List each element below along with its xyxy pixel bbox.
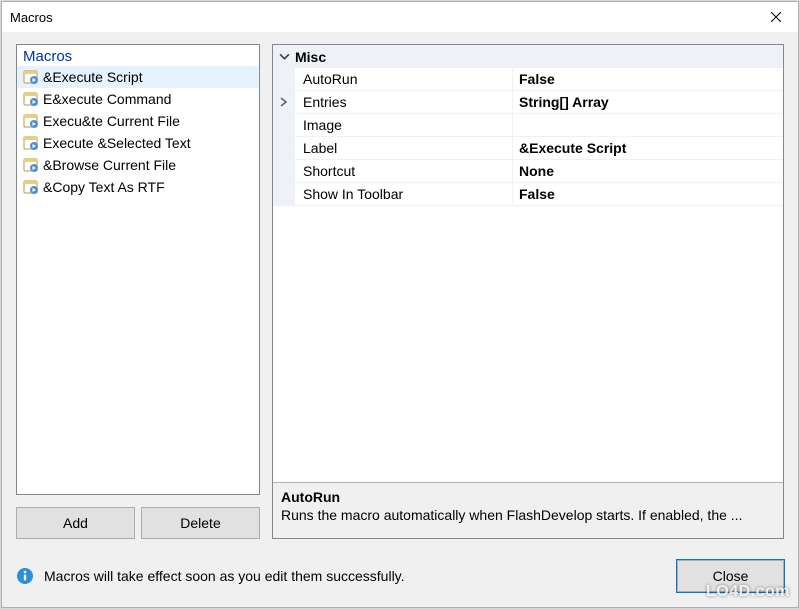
help-text: Runs the macro automatically when FlashD…	[281, 507, 775, 523]
row-gutter	[273, 68, 295, 90]
list-header: Macros	[17, 45, 259, 66]
list-item[interactable]: &Execute Script	[17, 66, 259, 88]
list-item[interactable]: Execute &Selected Text	[17, 132, 259, 154]
help-title: AutoRun	[281, 489, 775, 505]
property-name: Label	[295, 137, 513, 159]
list-item-label: Execu&te Current File	[43, 113, 180, 129]
titlebar: Macros	[2, 2, 798, 32]
close-button[interactable]: Close	[677, 560, 784, 592]
list-item[interactable]: &Browse Current File	[17, 154, 259, 176]
list-item-label: &Execute Script	[43, 69, 143, 85]
property-row[interactable]: ShortcutNone	[273, 160, 783, 183]
property-value[interactable]: None	[513, 160, 783, 182]
property-row[interactable]: Image	[273, 114, 783, 137]
info-icon	[16, 567, 34, 585]
footer-info: Macros will take effect soon as you edit…	[16, 567, 677, 585]
property-grid[interactable]: Misc AutoRunFalseEntriesString[] ArrayIm…	[272, 44, 784, 539]
macro-icon	[23, 69, 39, 85]
property-row[interactable]: EntriesString[] Array	[273, 91, 783, 114]
property-value[interactable]: &Execute Script	[513, 137, 783, 159]
macro-icon	[23, 135, 39, 151]
property-row[interactable]: Show In ToolbarFalse	[273, 183, 783, 206]
property-name: Show In Toolbar	[295, 183, 513, 205]
list-buttons: Add Delete	[16, 507, 260, 539]
dialog-content: Macros &Execute Script E&xecute Command Ex…	[2, 32, 798, 607]
macro-icon	[23, 179, 39, 195]
dialog-window: Macros Macros &Execute Script E&xecute Co…	[1, 1, 799, 608]
left-column: Macros &Execute Script E&xecute Command Ex…	[16, 44, 260, 539]
macro-icon	[23, 113, 39, 129]
property-name: AutoRun	[295, 68, 513, 90]
property-value[interactable]: False	[513, 68, 783, 90]
property-value[interactable]: String[] Array	[513, 91, 783, 113]
list-item-label: &Browse Current File	[43, 157, 176, 173]
main-area: Macros &Execute Script E&xecute Command Ex…	[16, 44, 784, 539]
property-value[interactable]: False	[513, 183, 783, 205]
row-gutter	[273, 114, 295, 136]
window-close-button[interactable]	[753, 2, 798, 32]
property-help-panel: AutoRun Runs the macro automatically whe…	[273, 482, 783, 538]
row-gutter	[273, 91, 295, 113]
collapse-icon[interactable]	[273, 51, 295, 62]
footer-message: Macros will take effect soon as you edit…	[44, 568, 405, 584]
property-name: Entries	[295, 91, 513, 113]
macro-icon	[23, 157, 39, 173]
property-row[interactable]: Label&Execute Script	[273, 137, 783, 160]
delete-button[interactable]: Delete	[141, 507, 260, 539]
macro-icon	[23, 91, 39, 107]
list-item-label: &Copy Text As RTF	[43, 179, 165, 195]
list-item[interactable]: E&xecute Command	[17, 88, 259, 110]
macros-listbox[interactable]: Macros &Execute Script E&xecute Command Ex…	[16, 44, 260, 495]
property-category[interactable]: Misc	[273, 45, 783, 68]
row-gutter	[273, 137, 295, 159]
property-value[interactable]	[513, 114, 783, 136]
list-item[interactable]: &Copy Text As RTF	[17, 176, 259, 198]
window-title: Macros	[10, 10, 53, 25]
list-item-label: E&xecute Command	[43, 91, 171, 107]
property-row[interactable]: AutoRunFalse	[273, 68, 783, 91]
row-gutter	[273, 183, 295, 205]
category-label: Misc	[295, 49, 326, 65]
right-column: Misc AutoRunFalseEntriesString[] ArrayIm…	[272, 44, 784, 539]
list-item[interactable]: Execu&te Current File	[17, 110, 259, 132]
property-name: Shortcut	[295, 160, 513, 182]
footer: Macros will take effect soon as you edit…	[16, 559, 784, 593]
close-icon	[771, 12, 781, 22]
property-name: Image	[295, 114, 513, 136]
list-item-label: Execute &Selected Text	[43, 135, 191, 151]
add-button[interactable]: Add	[16, 507, 135, 539]
property-grid-rows: Misc AutoRunFalseEntriesString[] ArrayIm…	[273, 45, 783, 482]
row-gutter	[273, 160, 295, 182]
